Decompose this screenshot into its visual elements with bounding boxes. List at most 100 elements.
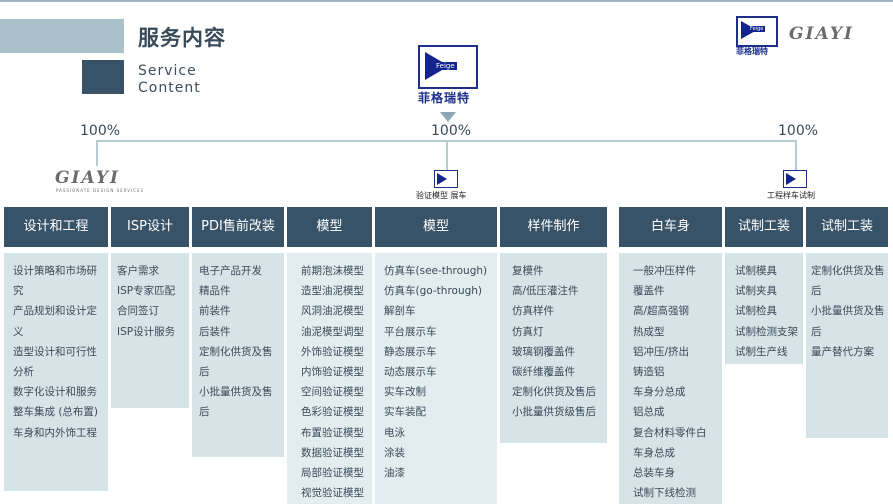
- list-item: 仿真样件: [512, 305, 554, 318]
- list-item: 仿真灯: [512, 325, 544, 338]
- list-item: 定制化供货及售后: [512, 386, 596, 399]
- list-item: 精品件: [199, 285, 231, 298]
- list-item: 玻璃钢覆盖件: [512, 345, 575, 358]
- subtitle-line-2: Content: [138, 80, 201, 96]
- feige-cn-center: 菲格瑞特: [418, 91, 471, 105]
- list-item: 平台展示车: [384, 325, 437, 338]
- list-item: 空间验证模型: [301, 386, 364, 399]
- list-item: 车身总成: [633, 446, 675, 459]
- list-item: 试制生产线: [735, 345, 788, 358]
- col-header-trial-tooling-2: 试制工装: [806, 207, 888, 247]
- col-header-pdi: PDI售前改装: [192, 207, 284, 247]
- list-item: 高/低压灌注件: [512, 285, 579, 298]
- list-item: 布置验证模型: [301, 426, 364, 439]
- page-subtitle: Service Content: [138, 63, 201, 97]
- list-item: 定制化供货及售后: [811, 265, 885, 298]
- list-item: 产品规划和设计定义: [13, 305, 97, 338]
- list-item: 总装车身: [633, 467, 675, 480]
- list-item: 铸造铝: [633, 366, 665, 379]
- col-body-isp-design: 客户需求 ISP专家匹配 合同签订 ISP设计服务: [111, 253, 189, 408]
- list-item: 造型设计和可行性分析: [13, 345, 97, 379]
- list-item: 试制下线检测: [633, 487, 696, 500]
- col-body-trial-tooling-2: 定制化供货及售后 小批量供货及售后 量产替代方案: [806, 253, 888, 438]
- col-body-pdi: 电子产品开发 精品件 前装件 后装件 定制化供货及售后 小批量供货及售后: [192, 253, 284, 457]
- list-item: 电子产品开发: [199, 265, 262, 277]
- milestone-right-label: 工程样车试制: [767, 191, 815, 200]
- list-item: 色彩验证模型: [301, 406, 364, 419]
- list-item: 内饰验证模型: [301, 366, 364, 379]
- list-item: 电泳: [384, 426, 405, 439]
- list-item: 前期泡沫模型: [301, 265, 364, 277]
- list-item: 碳纤维覆盖件: [512, 366, 575, 379]
- list-item: 仿真车(go-through): [384, 285, 483, 298]
- list-item: 局部验证模型: [301, 467, 364, 480]
- list-item: 仿真车(see-through): [384, 265, 488, 277]
- pct-right: 100%: [778, 123, 819, 139]
- list-item: 合同签订: [117, 305, 159, 318]
- pct-center: 100%: [431, 123, 472, 139]
- pct-left: 100%: [80, 123, 121, 139]
- feige-logo-icon-center-milestone: [434, 170, 458, 188]
- list-item: 铝冲压/挤出: [633, 345, 690, 358]
- list-item: 解剖车: [384, 305, 416, 318]
- list-item: 外饰验证模型: [301, 345, 364, 358]
- list-item: 油漆: [384, 467, 405, 480]
- list-item: ISP专家匹配: [117, 285, 176, 298]
- list-item: 视觉验证模型: [301, 487, 364, 500]
- top-rule: [0, 0, 893, 2]
- col-header-design-engineering: 设计和工程: [4, 207, 108, 247]
- page-title: 服务内容: [138, 26, 226, 50]
- feige-logo-icon-right-milestone: [783, 170, 807, 188]
- list-item: 试制检测支架: [735, 325, 798, 338]
- down-arrow-icon: [440, 112, 456, 122]
- giayi-logo-left: GIAYI: [55, 168, 120, 188]
- list-item: 试制模具: [735, 265, 777, 277]
- list-item: 定制化供货及售后: [199, 345, 273, 379]
- giayi-logo-top: GIAYI: [789, 24, 854, 44]
- list-item: 涂装: [384, 446, 405, 459]
- list-item: 试制夹具: [735, 285, 777, 298]
- col-header-sample-making: 样件制作: [500, 207, 607, 247]
- subtitle-line-1: Service: [138, 63, 197, 79]
- list-item: 高/超高强钢: [633, 305, 690, 318]
- list-item: 试制检具: [735, 305, 777, 318]
- list-item: 小批量供货级售后: [512, 406, 596, 419]
- list-item: 风洞油泥模型: [301, 305, 364, 318]
- list-item: 复合材料零件白: [633, 426, 707, 439]
- list-item: 实车装配: [384, 406, 426, 419]
- col-body-model-2: 仿真车(see-through) 仿真车(go-through) 解剖车 平台展…: [375, 253, 497, 504]
- list-item: 前装件: [199, 305, 231, 318]
- list-item: 复模件: [512, 265, 544, 277]
- list-item: 静态展示车: [384, 345, 437, 358]
- col-header-model-1: 模型: [287, 207, 372, 247]
- list-item: 油泥模型调型: [301, 325, 364, 338]
- list-item: 铝总成: [633, 406, 665, 419]
- col-body-trial-tooling-1: 试制模具 试制夹具 试制检具 试制检测支架 试制生产线: [725, 253, 803, 364]
- col-body-model-1: 前期泡沫模型 造型油泥模型 风洞油泥模型 油泥模型调型 外饰验证模型 内饰验证模…: [287, 253, 372, 504]
- list-item: 造型油泥模型: [301, 285, 364, 298]
- list-item: 车身和内外饰工程: [13, 426, 97, 439]
- col-body-body-in-white: 一般冲压样件 覆盖件 高/超高强钢 热成型 铝冲压/挤出 铸造铝 车身分总成 铝…: [619, 253, 722, 504]
- list-item: 一般冲压样件: [633, 265, 696, 277]
- timeline-tick-right: [795, 140, 797, 170]
- col-body-design-engineering: 设计策略和市场研究 产品规划和设计定义 造型设计和可行性分析 数字化设计和服务 …: [4, 253, 108, 491]
- list-item: 车身分总成: [633, 386, 686, 399]
- col-header-isp-design: ISP设计: [111, 207, 189, 247]
- feige-logo-word-small: Feige: [748, 26, 766, 32]
- feige-logo-icon: Feige: [418, 45, 478, 89]
- col-header-model-2: 模型: [375, 207, 497, 247]
- giayi-tagline: PASSIONATE DESIGN SERVICES: [56, 188, 145, 193]
- list-item: 小批量供货及售后: [811, 305, 885, 338]
- list-item: 量产替代方案: [811, 345, 874, 358]
- list-item: 小批量供货及售后: [199, 386, 273, 419]
- feige-logo-icon-small: Feige: [736, 16, 778, 47]
- list-item: 整车集成 (总布置): [13, 406, 99, 419]
- col-header-body-in-white: 白车身: [619, 207, 722, 247]
- list-item: 动态展示车: [384, 366, 437, 379]
- list-item: 设计策略和市场研究: [13, 265, 97, 298]
- list-item: 后装件: [199, 325, 231, 338]
- list-item: 数据验证模型: [301, 446, 364, 459]
- list-item: 数字化设计和服务: [13, 386, 97, 399]
- list-item: 客户需求: [117, 265, 159, 277]
- subtitle-accent-square: [82, 60, 124, 94]
